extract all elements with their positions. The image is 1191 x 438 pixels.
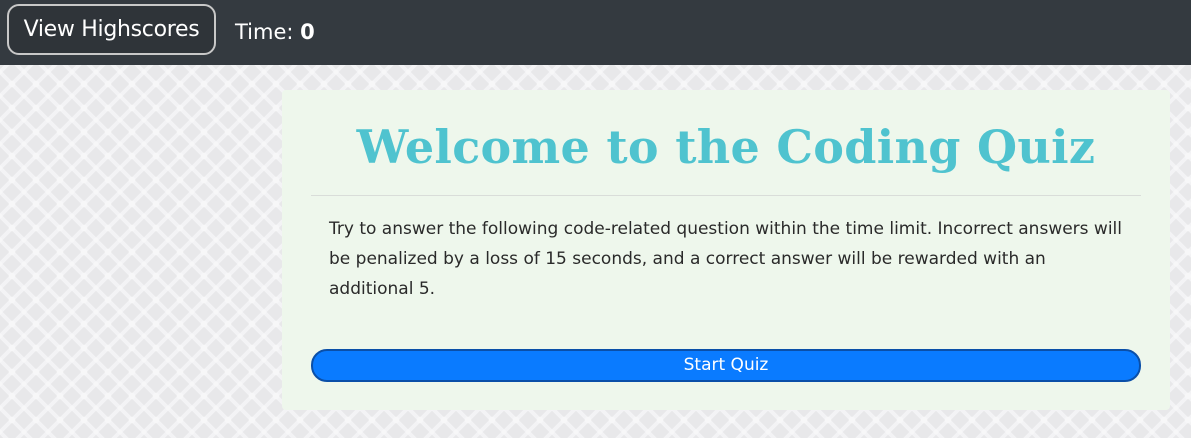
- view-highscores-button[interactable]: View Highscores: [7, 4, 216, 55]
- timer-value: 0: [300, 20, 315, 44]
- timer-label: Time:: [235, 20, 294, 44]
- start-quiz-button[interactable]: Start Quiz: [311, 349, 1141, 382]
- quiz-description: Try to answer the following code-related…: [329, 219, 1122, 299]
- title-divider: [311, 195, 1141, 196]
- timer: Time: 0: [235, 17, 315, 47]
- top-navbar: View Highscores Time: 0: [0, 0, 1191, 65]
- page-title: Welcome to the Coding Quiz: [356, 120, 1096, 174]
